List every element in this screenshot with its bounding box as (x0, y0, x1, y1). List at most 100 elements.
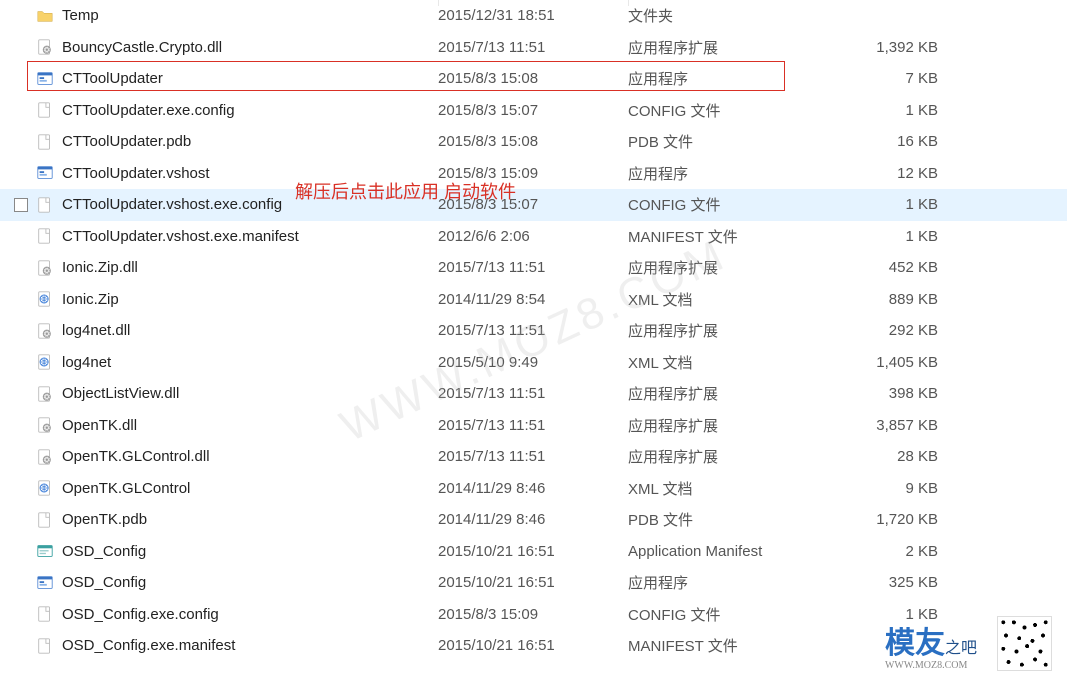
file-name[interactable]: OSD_Config (58, 574, 438, 591)
file-name[interactable]: BouncyCastle.Crypto.dll (58, 39, 438, 56)
file-name[interactable]: log4net.dll (58, 322, 438, 339)
site-logo: 模友之吧 WWW.MOZ8.COM (885, 618, 977, 671)
file-date: 2015/7/13 11:51 (438, 448, 628, 465)
file-row[interactable]: CTToolUpdater.vshost.exe.manifest2012/6/… (0, 221, 1067, 253)
dll-icon (32, 322, 58, 340)
row-checkbox[interactable] (14, 198, 28, 212)
file-type: 应用程序扩展 (628, 257, 818, 278)
file-row[interactable]: log4net.dll2015/7/13 11:51应用程序扩展292 KB (0, 315, 1067, 347)
file-row[interactable]: OSD_Config2015/10/21 16:51应用程序325 KB (0, 567, 1067, 599)
file-size: 16 KB (818, 133, 968, 150)
file-size: 398 KB (818, 385, 968, 402)
dll-icon (32, 385, 58, 403)
file-date: 2015/10/21 16:51 (438, 543, 628, 560)
file-size: 1,405 KB (818, 354, 968, 371)
file-icon (32, 605, 58, 623)
file-name[interactable]: CTToolUpdater.vshost (58, 165, 438, 182)
dll-icon (32, 38, 58, 56)
file-type: CONFIG 文件 (628, 604, 818, 625)
file-date: 2015/10/21 16:51 (438, 574, 628, 591)
file-row[interactable]: CTToolUpdater.vshost.exe.config2015/8/3 … (0, 189, 1067, 221)
file-row[interactable]: OpenTK.GLControl2014/11/29 8:46XML 文档9 K… (0, 473, 1067, 505)
xml-icon (32, 353, 58, 371)
file-row[interactable]: OpenTK.dll2015/7/13 11:51应用程序扩展3,857 KB (0, 410, 1067, 442)
file-type: 应用程序 (628, 163, 818, 184)
xml-icon (32, 479, 58, 497)
file-type: 应用程序扩展 (628, 446, 818, 467)
file-icon (32, 227, 58, 245)
file-type: XML 文档 (628, 478, 818, 499)
file-name[interactable]: OpenTK.GLControl (58, 480, 438, 497)
file-name[interactable]: CTToolUpdater.pdb (58, 133, 438, 150)
file-type: MANIFEST 文件 (628, 226, 818, 247)
file-row[interactable]: Ionic.Zip.dll2015/7/13 11:51应用程序扩展452 KB (0, 252, 1067, 284)
file-row[interactable]: CTToolUpdater2015/8/3 15:08应用程序7 KB (0, 63, 1067, 95)
file-name[interactable]: ObjectListView.dll (58, 385, 438, 402)
file-name[interactable]: OpenTK.GLControl.dll (58, 448, 438, 465)
file-icon (32, 196, 58, 214)
file-type: 应用程序 (628, 68, 818, 89)
file-size: 7 KB (818, 70, 968, 87)
exe-icon (32, 164, 58, 182)
file-date: 2015/12/31 18:51 (438, 7, 628, 24)
file-type: 应用程序扩展 (628, 37, 818, 58)
file-type: 应用程序 (628, 572, 818, 593)
file-row[interactable]: BouncyCastle.Crypto.dll2015/7/13 11:51应用… (0, 32, 1067, 64)
file-date: 2015/8/3 15:07 (438, 102, 628, 119)
file-date: 2015/7/13 11:51 (438, 385, 628, 402)
file-row[interactable]: OSD_Config2015/10/21 16:51Application Ma… (0, 536, 1067, 568)
file-name[interactable]: CTToolUpdater.vshost.exe.config (58, 196, 438, 213)
row-checkbox-slot[interactable] (10, 198, 32, 212)
file-size: 12 KB (818, 165, 968, 182)
file-size: 292 KB (818, 322, 968, 339)
file-name[interactable]: CTToolUpdater (58, 70, 438, 87)
file-name[interactable]: CTToolUpdater.exe.config (58, 102, 438, 119)
file-row[interactable]: Temp2015/12/31 18:51文件夹 (0, 0, 1067, 32)
file-size: 1 KB (818, 228, 968, 245)
file-date: 2015/8/3 15:08 (438, 133, 628, 150)
folder-icon (32, 7, 58, 25)
file-type: CONFIG 文件 (628, 194, 818, 215)
file-date: 2015/8/3 15:09 (438, 606, 628, 623)
file-row[interactable]: OpenTK.GLControl.dll2015/7/13 11:51应用程序扩… (0, 441, 1067, 473)
file-icon (32, 101, 58, 119)
file-name[interactable]: Temp (58, 7, 438, 24)
file-type: PDB 文件 (628, 131, 818, 152)
file-row[interactable]: Ionic.Zip2014/11/29 8:54XML 文档889 KB (0, 284, 1067, 316)
file-name[interactable]: CTToolUpdater.vshost.exe.manifest (58, 228, 438, 245)
file-row[interactable]: OpenTK.pdb2014/11/29 8:46PDB 文件1,720 KB (0, 504, 1067, 536)
file-type: PDB 文件 (628, 509, 818, 530)
file-type: XML 文档 (628, 289, 818, 310)
file-name[interactable]: Ionic.Zip (58, 291, 438, 308)
file-size: 889 KB (818, 291, 968, 308)
file-name[interactable]: Ionic.Zip.dll (58, 259, 438, 276)
file-type: Application Manifest (628, 543, 818, 560)
file-date: 2012/6/6 2:06 (438, 228, 628, 245)
file-icon (32, 133, 58, 151)
file-type: CONFIG 文件 (628, 100, 818, 121)
file-row[interactable]: CTToolUpdater.vshost2015/8/3 15:09应用程序12… (0, 158, 1067, 190)
file-name[interactable]: log4net (58, 354, 438, 371)
file-name[interactable]: OSD_Config (58, 543, 438, 560)
file-row[interactable]: ObjectListView.dll2015/7/13 11:51应用程序扩展3… (0, 378, 1067, 410)
file-size: 1,392 KB (818, 39, 968, 56)
exe-icon (32, 70, 58, 88)
file-name[interactable]: OpenTK.pdb (58, 511, 438, 528)
file-name[interactable]: OSD_Config.exe.manifest (58, 637, 438, 654)
file-size: 452 KB (818, 259, 968, 276)
file-row[interactable]: CTToolUpdater.pdb2015/8/3 15:08PDB 文件16 … (0, 126, 1067, 158)
file-date: 2015/7/13 11:51 (438, 39, 628, 56)
manifest-icon (32, 542, 58, 560)
file-icon (32, 637, 58, 655)
file-row[interactable]: CTToolUpdater.exe.config2015/8/3 15:07CO… (0, 95, 1067, 127)
file-type: XML 文档 (628, 352, 818, 373)
file-row[interactable]: log4net2015/5/10 9:49XML 文档1,405 KB (0, 347, 1067, 379)
file-name[interactable]: OSD_Config.exe.config (58, 606, 438, 623)
file-size: 28 KB (818, 448, 968, 465)
file-date: 2015/7/13 11:51 (438, 322, 628, 339)
file-icon (32, 511, 58, 529)
file-date: 2015/8/3 15:09 (438, 165, 628, 182)
file-size: 2 KB (818, 543, 968, 560)
file-type: MANIFEST 文件 (628, 635, 818, 656)
file-name[interactable]: OpenTK.dll (58, 417, 438, 434)
